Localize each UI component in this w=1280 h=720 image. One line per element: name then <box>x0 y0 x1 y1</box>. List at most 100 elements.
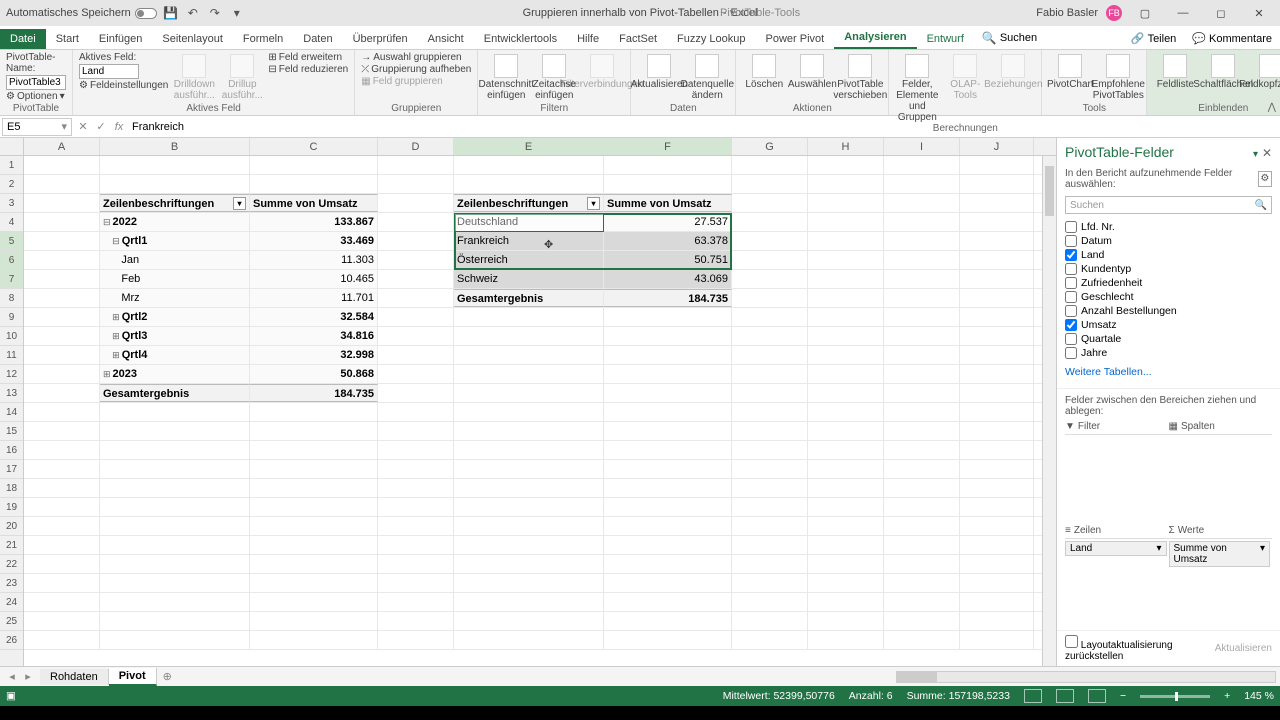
view-normal-icon[interactable] <box>1024 689 1042 703</box>
refresh-button[interactable]: Aktualisieren <box>637 52 681 90</box>
area-row-item[interactable]: Land▾ <box>1065 541 1167 556</box>
tab-analysieren[interactable]: Analysieren <box>834 27 916 49</box>
defer-layout-checkbox[interactable]: Layoutaktualisierung zurückstellen <box>1065 635 1215 662</box>
spreadsheet-grid[interactable]: A B C D E F G H I J 12345678910111213141… <box>0 138 1056 666</box>
tab-ansicht[interactable]: Ansicht <box>418 29 474 49</box>
collapse-ribbon-icon[interactable]: ⋀ <box>1268 102 1276 113</box>
row-headers[interactable]: 1234567891011121314151617181920212223242… <box>0 156 24 666</box>
change-datasource-button[interactable]: Datenquelle ändern <box>685 52 729 101</box>
tab-einfuegen[interactable]: Einfügen <box>89 29 152 49</box>
cancel-formula-icon[interactable]: ✕ <box>74 120 92 133</box>
pane-close-icon[interactable]: ✕ <box>1262 146 1272 160</box>
ribbon-mode-icon[interactable]: ▢ <box>1130 3 1160 23</box>
collapse-field-button[interactable]: ⊟ Feld reduzieren <box>268 64 348 75</box>
tab-ueberpruefen[interactable]: Überprüfen <box>343 29 418 49</box>
save-icon[interactable]: 💾 <box>163 5 179 21</box>
field-Jahre[interactable]: Jahre <box>1065 346 1272 360</box>
field-settings-button[interactable]: ⚙ Feldeinstellungen <box>79 80 168 91</box>
field-Datum[interactable]: Datum <box>1065 234 1272 248</box>
fieldlist-toggle[interactable]: Feldliste <box>1153 52 1197 90</box>
filter-dropdown-icon[interactable]: ▾ <box>233 197 246 210</box>
maximize-icon[interactable]: ◻ <box>1206 3 1236 23</box>
field-Anzahl Bestellungen[interactable]: Anzahl Bestellungen <box>1065 304 1272 318</box>
tab-factset[interactable]: FactSet <box>609 29 667 49</box>
zoom-level[interactable]: 145 % <box>1244 690 1274 702</box>
macro-record-icon[interactable]: ▣ <box>6 690 16 702</box>
active-field-input[interactable] <box>79 64 139 79</box>
pivottable-options-button[interactable]: ⚙ Optionen ▾ <box>6 91 65 102</box>
tab-entwicklertools[interactable]: Entwicklertools <box>474 29 567 49</box>
field-Umsatz[interactable]: Umsatz <box>1065 318 1272 332</box>
field-Zufriedenheit[interactable]: Zufriedenheit <box>1065 276 1272 290</box>
view-pagebreak-icon[interactable] <box>1088 689 1106 703</box>
redo-icon[interactable]: ↷ <box>207 5 223 21</box>
name-box[interactable]: E5▾ <box>2 118 72 136</box>
group-selection-button[interactable]: → Auswahl gruppieren <box>361 52 471 63</box>
accept-formula-icon[interactable]: ✓ <box>92 120 110 133</box>
qat-dropdown-icon[interactable]: ▾ <box>229 5 245 21</box>
insert-timeline-button[interactable]: Zeitachse einfügen <box>532 52 576 101</box>
formula-bar: E5▾ ✕ ✓ fx Frankreich <box>0 116 1280 138</box>
more-tables-link[interactable]: Weitere Tabellen... <box>1057 362 1280 382</box>
tab-entwurf[interactable]: Entwurf <box>917 29 974 49</box>
move-pivot-button[interactable]: PivotTable verschieben <box>838 52 882 101</box>
field-Quartale[interactable]: Quartale <box>1065 332 1272 346</box>
tab-formeln[interactable]: Formeln <box>233 29 293 49</box>
field-search-input[interactable]: Suchen 🔍 <box>1065 196 1272 214</box>
user-name[interactable]: Fabio Basler <box>1036 7 1098 19</box>
filter-dropdown-icon[interactable]: ▾ <box>587 197 600 210</box>
pivottable-name-input[interactable] <box>6 75 66 90</box>
field-Kundentyp[interactable]: Kundentyp <box>1065 262 1272 276</box>
field-Land[interactable]: Land <box>1065 248 1272 262</box>
sheet-nav-next-icon[interactable]: ▸ <box>25 670 31 683</box>
insert-slicer-button[interactable]: Datenschnitt einfügen <box>484 52 528 101</box>
expand-field-button[interactable]: ⊞ Feld erweitern <box>268 52 348 63</box>
area-value-item[interactable]: Summe von Umsatz▾ <box>1169 541 1271 567</box>
sheet-tab-pivot[interactable]: Pivot <box>109 668 157 686</box>
zoom-out-icon[interactable]: − <box>1120 690 1126 702</box>
undo-icon[interactable]: ↶ <box>185 5 201 21</box>
drillup-button: Drillup ausführ... <box>220 52 264 101</box>
area-values[interactable]: Σ Werte Summe von Umsatz▾ <box>1169 523 1273 627</box>
avatar[interactable]: FB <box>1106 5 1122 21</box>
area-columns[interactable]: ▦ Spalten <box>1169 419 1273 523</box>
field-Geschlecht[interactable]: Geschlecht <box>1065 290 1272 304</box>
zoom-in-icon[interactable]: + <box>1224 690 1230 702</box>
autosave-toggle[interactable]: Automatisches Speichern <box>6 7 157 19</box>
share-button[interactable]: 🔗 Teilen <box>1123 28 1184 49</box>
status-mean: Mittelwert: 52399,50776 <box>723 690 835 702</box>
minimize-icon[interactable]: — <box>1168 3 1198 23</box>
ungroup-button[interactable]: ⤫ Gruppierung aufheben <box>361 64 471 75</box>
pane-layout-icon[interactable]: ⚙ <box>1258 171 1272 187</box>
tab-daten[interactable]: Daten <box>293 29 342 49</box>
column-headers[interactable]: A B C D E F G H I J <box>0 138 1056 156</box>
fx-icon[interactable]: fx <box>110 121 128 133</box>
sheet-tab-rohdaten[interactable]: Rohdaten <box>40 669 109 685</box>
recommended-pivots-button[interactable]: Empfohlene PivotTables <box>1096 52 1140 101</box>
formula-input[interactable]: Frankreich <box>128 121 1280 133</box>
tab-start[interactable]: Start <box>46 29 89 49</box>
vertical-scrollbar[interactable] <box>1042 156 1056 666</box>
select-button[interactable]: Auswählen <box>790 52 834 90</box>
headers-toggle[interactable]: Feldkopfzeilen <box>1249 52 1280 90</box>
sheet-nav-prev-icon[interactable]: ◂ <box>9 670 15 683</box>
tab-hilfe[interactable]: Hilfe <box>567 29 609 49</box>
comments-button[interactable]: 💬 Kommentare <box>1184 28 1280 49</box>
pane-dropdown-icon[interactable]: ▾ <box>1253 149 1258 160</box>
zoom-slider[interactable] <box>1140 695 1210 698</box>
clear-button[interactable]: Löschen <box>742 52 786 90</box>
field-Lfd. Nr.[interactable]: Lfd. Nr. <box>1065 220 1272 234</box>
area-filters[interactable]: ▼ Filter <box>1065 419 1169 523</box>
area-rows[interactable]: ≡ Zeilen Land▾ <box>1065 523 1169 627</box>
tab-fuzzy[interactable]: Fuzzy Lookup <box>667 29 755 49</box>
tab-seitenlayout[interactable]: Seitenlayout <box>152 29 233 49</box>
tab-powerpivot[interactable]: Power Pivot <box>756 29 835 49</box>
fields-items-button[interactable]: Felder, Elemente und Gruppen <box>895 52 939 123</box>
pivotchart-button[interactable]: PivotChart <box>1048 52 1092 90</box>
close-icon[interactable]: ✕ <box>1244 3 1274 23</box>
add-sheet-icon[interactable]: ⊕ <box>157 670 178 683</box>
horizontal-scrollbar[interactable] <box>896 671 1276 683</box>
tell-me-search[interactable]: 🔍Suchen <box>974 27 1045 49</box>
view-pagelayout-icon[interactable] <box>1056 689 1074 703</box>
tab-file[interactable]: Datei <box>0 29 46 49</box>
